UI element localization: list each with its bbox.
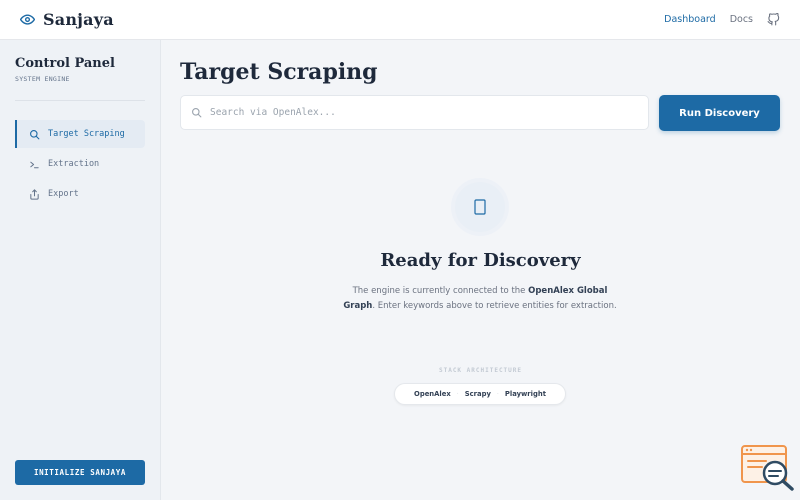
nav-docs-link[interactable]: Docs bbox=[730, 14, 753, 25]
stack-separator: · bbox=[496, 391, 499, 397]
page-title: Target Scraping bbox=[180, 59, 378, 85]
stack-pill: OpenAlex · Scrapy · Playwright bbox=[394, 383, 566, 405]
sidebar-item-label: Target Scraping bbox=[48, 129, 125, 139]
empty-state-icon-circle bbox=[455, 182, 505, 232]
search-box[interactable] bbox=[180, 95, 649, 130]
sidebar-item-export[interactable]: Export bbox=[15, 180, 145, 208]
sidebar: Control Panel SYSTEM ENGINE Target Scrap… bbox=[0, 40, 161, 500]
search-icon bbox=[30, 129, 40, 139]
sidebar-divider bbox=[15, 100, 145, 101]
main-content: Target Scraping Run Discovery Ready for … bbox=[161, 40, 800, 500]
top-bar: Sanjaya Dashboard Docs bbox=[0, 0, 800, 40]
sidebar-nav: Target Scraping Extraction Export bbox=[15, 120, 145, 210]
brand[interactable]: Sanjaya bbox=[20, 10, 114, 29]
stack-item: Playwright bbox=[504, 390, 546, 398]
document-icon bbox=[474, 199, 486, 215]
run-discovery-button[interactable]: Run Discovery bbox=[659, 95, 780, 131]
empty-state-description: The engine is currently connected to the… bbox=[340, 284, 620, 314]
top-nav: Dashboard Docs bbox=[664, 13, 780, 26]
stack-label: STACK ARCHITECTURE bbox=[438, 367, 523, 374]
eye-icon bbox=[20, 14, 35, 25]
stack-item: OpenAlex bbox=[414, 390, 451, 398]
terminal-icon bbox=[30, 161, 39, 168]
share-icon bbox=[30, 188, 39, 200]
sidebar-item-label: Extraction bbox=[48, 159, 100, 169]
empty-state-title: Ready for Discovery bbox=[380, 250, 581, 271]
sidebar-item-label: Export bbox=[48, 189, 79, 199]
desc-text: . Enter keywords above to retrieve entit… bbox=[372, 301, 617, 311]
brand-name: Sanjaya bbox=[43, 10, 114, 29]
github-icon[interactable] bbox=[767, 13, 780, 26]
search-input[interactable] bbox=[210, 96, 648, 129]
sidebar-subtitle: SYSTEM ENGINE bbox=[15, 75, 70, 83]
search-icon bbox=[192, 108, 202, 118]
sidebar-title: Control Panel bbox=[15, 56, 115, 71]
desc-text: The engine is currently connected to the bbox=[352, 286, 529, 296]
corner-logo-icon bbox=[741, 445, 794, 491]
sidebar-item-extraction[interactable]: Extraction bbox=[15, 150, 145, 178]
initialize-button[interactable]: INITIALIZE SANJAYA bbox=[15, 460, 145, 485]
stack-separator: · bbox=[456, 391, 459, 397]
sidebar-item-target-scraping[interactable]: Target Scraping bbox=[15, 120, 145, 148]
stack-item: Scrapy bbox=[464, 390, 491, 398]
nav-dashboard-link[interactable]: Dashboard bbox=[664, 14, 716, 25]
